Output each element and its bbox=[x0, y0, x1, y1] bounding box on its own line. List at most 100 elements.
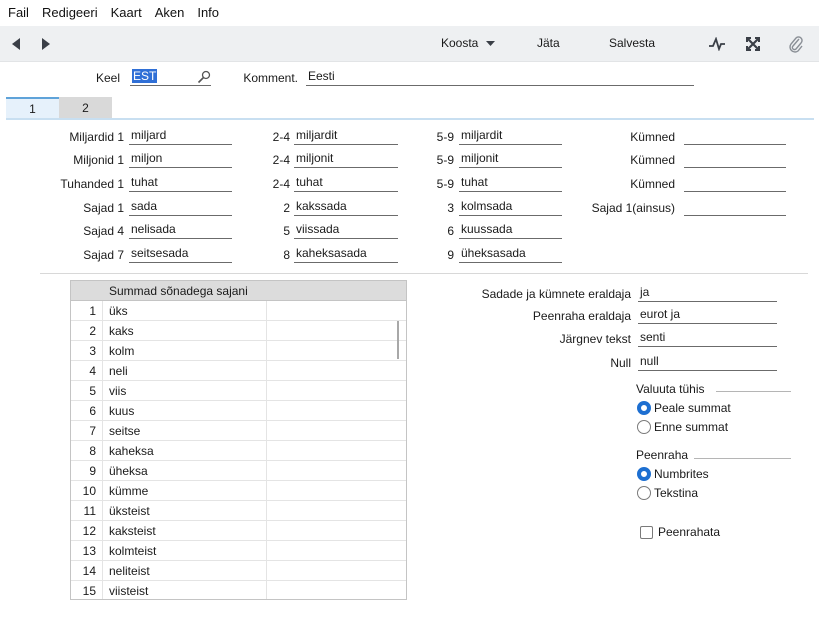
table-row[interactable]: 2 kaks bbox=[71, 321, 406, 341]
skip-button[interactable]: Jäta bbox=[537, 36, 560, 50]
create-button[interactable]: Koosta bbox=[441, 36, 495, 50]
field-hundreds-5[interactable]: viissada bbox=[294, 222, 398, 239]
back-arrow-icon[interactable] bbox=[8, 35, 24, 53]
row-word[interactable]: kaksteist bbox=[103, 521, 267, 540]
field-hundreds-3[interactable]: kolmsada bbox=[459, 199, 562, 216]
radio-text[interactable]: Tekstina bbox=[637, 486, 698, 500]
words-table[interactable]: Summad sõnadega sajani 1 üks 2 kaks 3 kolm … bbox=[70, 280, 407, 600]
field-hundreds-7[interactable]: seitsesada bbox=[129, 246, 232, 263]
menu-fail[interactable]: Fail bbox=[8, 5, 29, 20]
menu-aken[interactable]: Aken bbox=[155, 5, 185, 20]
row-extra[interactable] bbox=[267, 361, 406, 380]
comment-field[interactable]: Eesti bbox=[306, 69, 694, 86]
table-row[interactable]: 6 kuus bbox=[71, 401, 406, 421]
field-millions-tens[interactable] bbox=[684, 151, 786, 168]
field-hundreds-singular[interactable] bbox=[684, 199, 786, 216]
tab-2[interactable]: 2 bbox=[59, 97, 112, 119]
row-extra[interactable] bbox=[267, 541, 406, 560]
row-extra[interactable] bbox=[267, 521, 406, 540]
tab-1[interactable]: 1 bbox=[6, 97, 59, 119]
row-word[interactable]: kaks bbox=[103, 321, 267, 340]
row-extra[interactable] bbox=[267, 421, 406, 440]
expand-icon[interactable] bbox=[742, 34, 764, 54]
field-billions-tens[interactable] bbox=[684, 128, 786, 145]
attachment-icon[interactable] bbox=[785, 34, 807, 54]
field-hundreds-2[interactable]: kakssada bbox=[294, 199, 398, 216]
field-hundreds-8[interactable]: kaheksasada bbox=[294, 246, 398, 263]
field-billions-1[interactable]: miljard bbox=[129, 128, 232, 145]
row-word[interactable]: üks bbox=[103, 301, 267, 320]
table-row[interactable]: 9 üheksa bbox=[71, 461, 406, 481]
field-millions-1[interactable]: miljon bbox=[129, 151, 232, 168]
row-extra[interactable] bbox=[267, 561, 406, 580]
table-scrollbar[interactable] bbox=[397, 321, 399, 359]
row-word[interactable]: kümme bbox=[103, 481, 267, 500]
field-hundreds-separator[interactable]: ja bbox=[638, 285, 777, 302]
radio-after-sum[interactable]: Peale summat bbox=[637, 401, 731, 415]
field-null[interactable]: null bbox=[638, 354, 777, 371]
table-row[interactable]: 7 seitse bbox=[71, 421, 406, 441]
row-extra[interactable] bbox=[267, 501, 406, 520]
row-extra[interactable] bbox=[267, 461, 406, 480]
row-extra[interactable] bbox=[267, 321, 406, 340]
row-word[interactable]: üheksa bbox=[103, 461, 267, 480]
row-word[interactable]: viis bbox=[103, 381, 267, 400]
table-row[interactable]: 11 üksteist bbox=[71, 501, 406, 521]
menu-kaart[interactable]: Kaart bbox=[111, 5, 142, 20]
field-thousands-2-4[interactable]: tuhat bbox=[294, 175, 398, 192]
no-cents-checkbox[interactable]: Peenrahata bbox=[640, 525, 720, 539]
menu-redigeeri[interactable]: Redigeeri bbox=[42, 5, 98, 20]
row-word[interactable]: kolmteist bbox=[103, 541, 267, 560]
table-row[interactable]: 1 üks bbox=[71, 301, 406, 321]
row-extra[interactable] bbox=[267, 481, 406, 500]
field-millions-2-4[interactable]: miljonit bbox=[294, 151, 398, 168]
radio-before-sum[interactable]: Enne summat bbox=[637, 420, 728, 434]
table-row[interactable]: 15 viisteist bbox=[71, 581, 406, 599]
radio-selected-icon bbox=[637, 401, 651, 415]
forward-arrow-icon[interactable] bbox=[38, 35, 54, 53]
comment-label: Komment. bbox=[243, 71, 298, 85]
row-word[interactable]: neli bbox=[103, 361, 267, 380]
pulse-icon[interactable] bbox=[706, 34, 728, 54]
field-hundreds-9[interactable]: üheksasada bbox=[459, 246, 562, 263]
table-row[interactable]: 4 neli bbox=[71, 361, 406, 381]
row-word[interactable]: kuus bbox=[103, 401, 267, 420]
row-extra[interactable] bbox=[267, 381, 406, 400]
row-word[interactable]: viisteist bbox=[103, 581, 267, 599]
tab-underline bbox=[6, 118, 814, 120]
field-thousands-1[interactable]: tuhat bbox=[129, 175, 232, 192]
row-word[interactable]: üksteist bbox=[103, 501, 267, 520]
field-thousands-5-9[interactable]: tuhat bbox=[459, 175, 562, 192]
table-row[interactable]: 13 kolmteist bbox=[71, 541, 406, 561]
row-extra[interactable] bbox=[267, 301, 406, 320]
field-following-text[interactable]: senti bbox=[638, 330, 777, 347]
table-row[interactable]: 12 kaksteist bbox=[71, 521, 406, 541]
save-button[interactable]: Salvesta bbox=[609, 36, 655, 50]
field-cents-separator[interactable]: eurot ja bbox=[638, 307, 777, 324]
menu-info[interactable]: Info bbox=[197, 5, 219, 20]
field-billions-5-9[interactable]: miljardit bbox=[459, 128, 562, 145]
row-extra[interactable] bbox=[267, 441, 406, 460]
field-billions-2-4[interactable]: miljardit bbox=[294, 128, 398, 145]
table-row[interactable]: 3 kolm bbox=[71, 341, 406, 361]
row-word[interactable]: kaheksa bbox=[103, 441, 267, 460]
row-extra[interactable] bbox=[267, 581, 406, 599]
menu-bar: Fail Redigeeri Kaart Aken Info bbox=[0, 0, 819, 24]
row-extra[interactable] bbox=[267, 341, 406, 360]
field-hundreds-4[interactable]: nelisada bbox=[129, 222, 232, 239]
table-row[interactable]: 5 viis bbox=[71, 381, 406, 401]
field-hundreds-1[interactable]: sada bbox=[129, 199, 232, 216]
row-word[interactable]: neliteist bbox=[103, 561, 267, 580]
row-word[interactable]: seitse bbox=[103, 421, 267, 440]
table-row[interactable]: 8 kaheksa bbox=[71, 441, 406, 461]
field-millions-5-9[interactable]: miljonit bbox=[459, 151, 562, 168]
table-row[interactable]: 10 kümme bbox=[71, 481, 406, 501]
radio-numbers[interactable]: Numbrites bbox=[637, 467, 709, 481]
table-row[interactable]: 14 neliteist bbox=[71, 561, 406, 581]
field-thousands-tens[interactable] bbox=[684, 175, 786, 192]
row-word[interactable]: kolm bbox=[103, 341, 267, 360]
field-hundreds-6[interactable]: kuussada bbox=[459, 222, 562, 239]
tab-bar: 1 2 bbox=[6, 97, 112, 119]
search-icon[interactable] bbox=[197, 70, 211, 87]
row-extra[interactable] bbox=[267, 401, 406, 420]
